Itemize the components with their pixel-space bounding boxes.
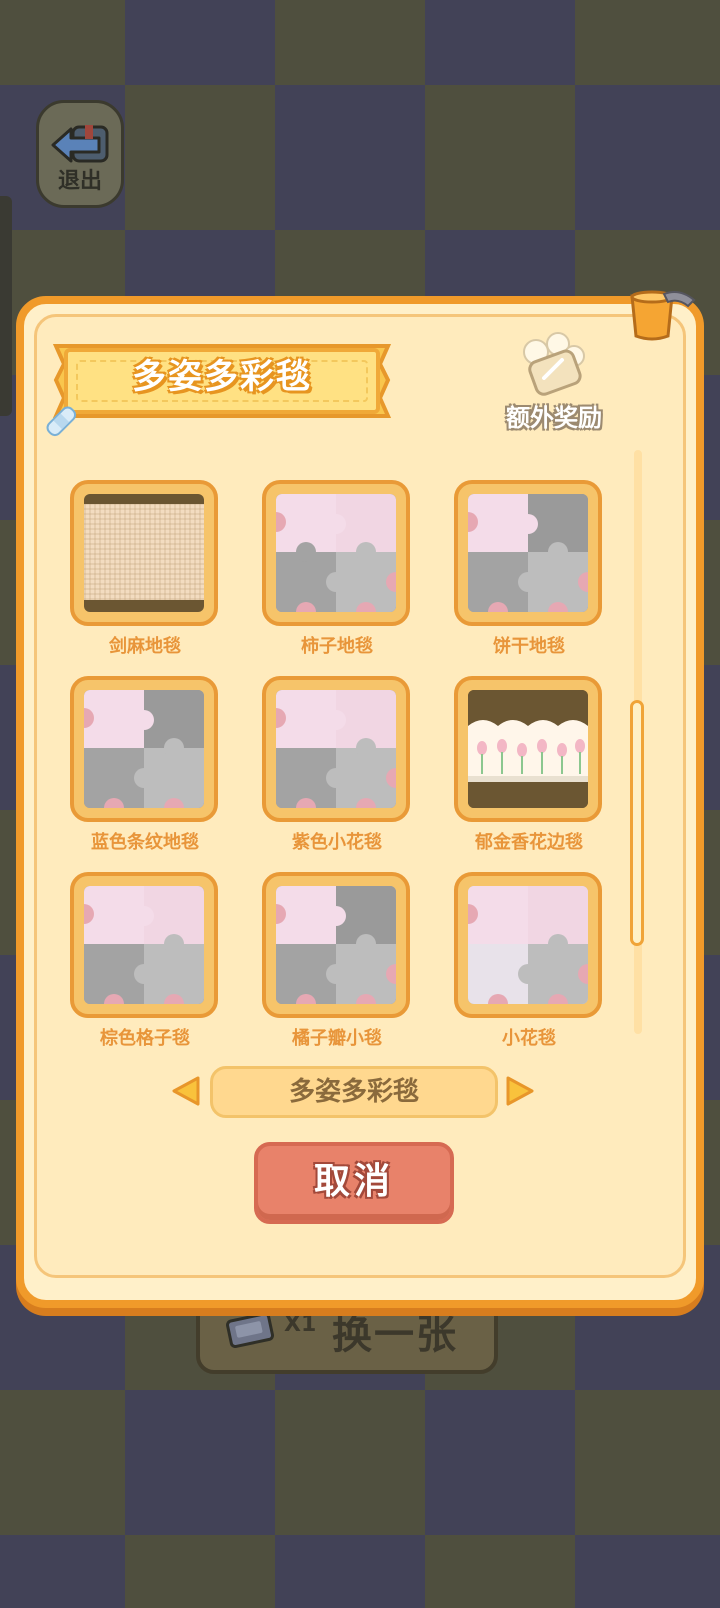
exit-label: 退出 (57, 169, 102, 194)
previous-category-arrow-icon[interactable] (170, 1074, 204, 1108)
rug-tile[interactable]: 剑麻地毯 (70, 480, 220, 660)
swap-count: X1 (284, 1312, 317, 1337)
tile-frame (454, 676, 602, 822)
rug-tile[interactable]: 小花毯 (454, 872, 604, 1052)
rug-name: 小花毯 (502, 1028, 556, 1049)
soap-icon (523, 332, 585, 396)
tile-frame (454, 480, 602, 626)
tile-frame (70, 872, 218, 1018)
tile-frame (262, 872, 410, 1018)
exit-button[interactable]: 退出 (36, 100, 124, 208)
rug-name: 紫色小花毯 (292, 832, 382, 853)
side-tab (0, 196, 12, 416)
sisal-rug-image (84, 494, 204, 612)
rug-name: 饼干地毯 (493, 636, 565, 657)
puzzle-placeholder-image (276, 690, 396, 808)
puzzle-placeholder-image (468, 494, 588, 612)
tile-frame (70, 480, 218, 626)
puzzle-placeholder-image (276, 494, 396, 612)
scrollbar-thumb[interactable] (630, 700, 644, 946)
rug-tile[interactable]: 橘子瓣小毯 (262, 872, 412, 1052)
exit-arrow-icon (51, 125, 109, 163)
rug-tile[interactable]: 饼干地毯 (454, 480, 604, 660)
rug-tile[interactable]: 柿子地毯 (262, 480, 412, 660)
tile-frame (454, 872, 602, 1018)
rug-name: 蓝色条纹地毯 (91, 832, 199, 853)
ticket-icon (226, 1312, 275, 1348)
bucket-icon (630, 290, 696, 341)
puzzle-placeholder-image (84, 690, 204, 808)
rug-tile[interactable]: 棕色格子毯 (70, 872, 220, 1052)
rug-name: 橘子瓣小毯 (292, 1028, 382, 1049)
dialog-title: 多姿多彩毯 (132, 357, 312, 397)
tile-frame (262, 676, 410, 822)
tile-frame (262, 480, 410, 626)
puzzle-placeholder-image (84, 886, 204, 1004)
cancel-button[interactable]: 取消 (254, 1142, 454, 1224)
swap-label: 换一张 (332, 1312, 458, 1358)
category-label: 多姿多彩毯 (210, 1066, 498, 1118)
rug-name: 剑麻地毯 (109, 636, 181, 657)
rug-name: 郁金香花边毯 (475, 832, 583, 853)
tulip-rug-image (468, 690, 588, 808)
tile-frame (70, 676, 218, 822)
bonus-reward-button[interactable]: 额外奖励 (484, 330, 624, 432)
rug-grid: 剑麻地毯 柿子地毯 饼干地毯 蓝色条纹地毯 紫色小花毯 郁金香花边毯 棕色格子毯… (70, 480, 618, 1060)
puzzle-placeholder-image (468, 886, 588, 1004)
bonus-label: 额外奖励 (506, 404, 602, 432)
rug-tile[interactable]: 蓝色条纹地毯 (70, 676, 220, 856)
rug-tile[interactable]: 郁金香花边毯 (454, 676, 604, 856)
puzzle-placeholder-image (276, 886, 396, 1004)
next-category-arrow-icon[interactable] (502, 1074, 536, 1108)
rug-tile[interactable]: 紫色小花毯 (262, 676, 412, 856)
title-banner: 多姿多彩毯 (52, 340, 392, 422)
rug-name: 棕色格子毯 (100, 1028, 190, 1049)
bandage-icon (46, 406, 77, 437)
rug-name: 柿子地毯 (301, 636, 373, 657)
